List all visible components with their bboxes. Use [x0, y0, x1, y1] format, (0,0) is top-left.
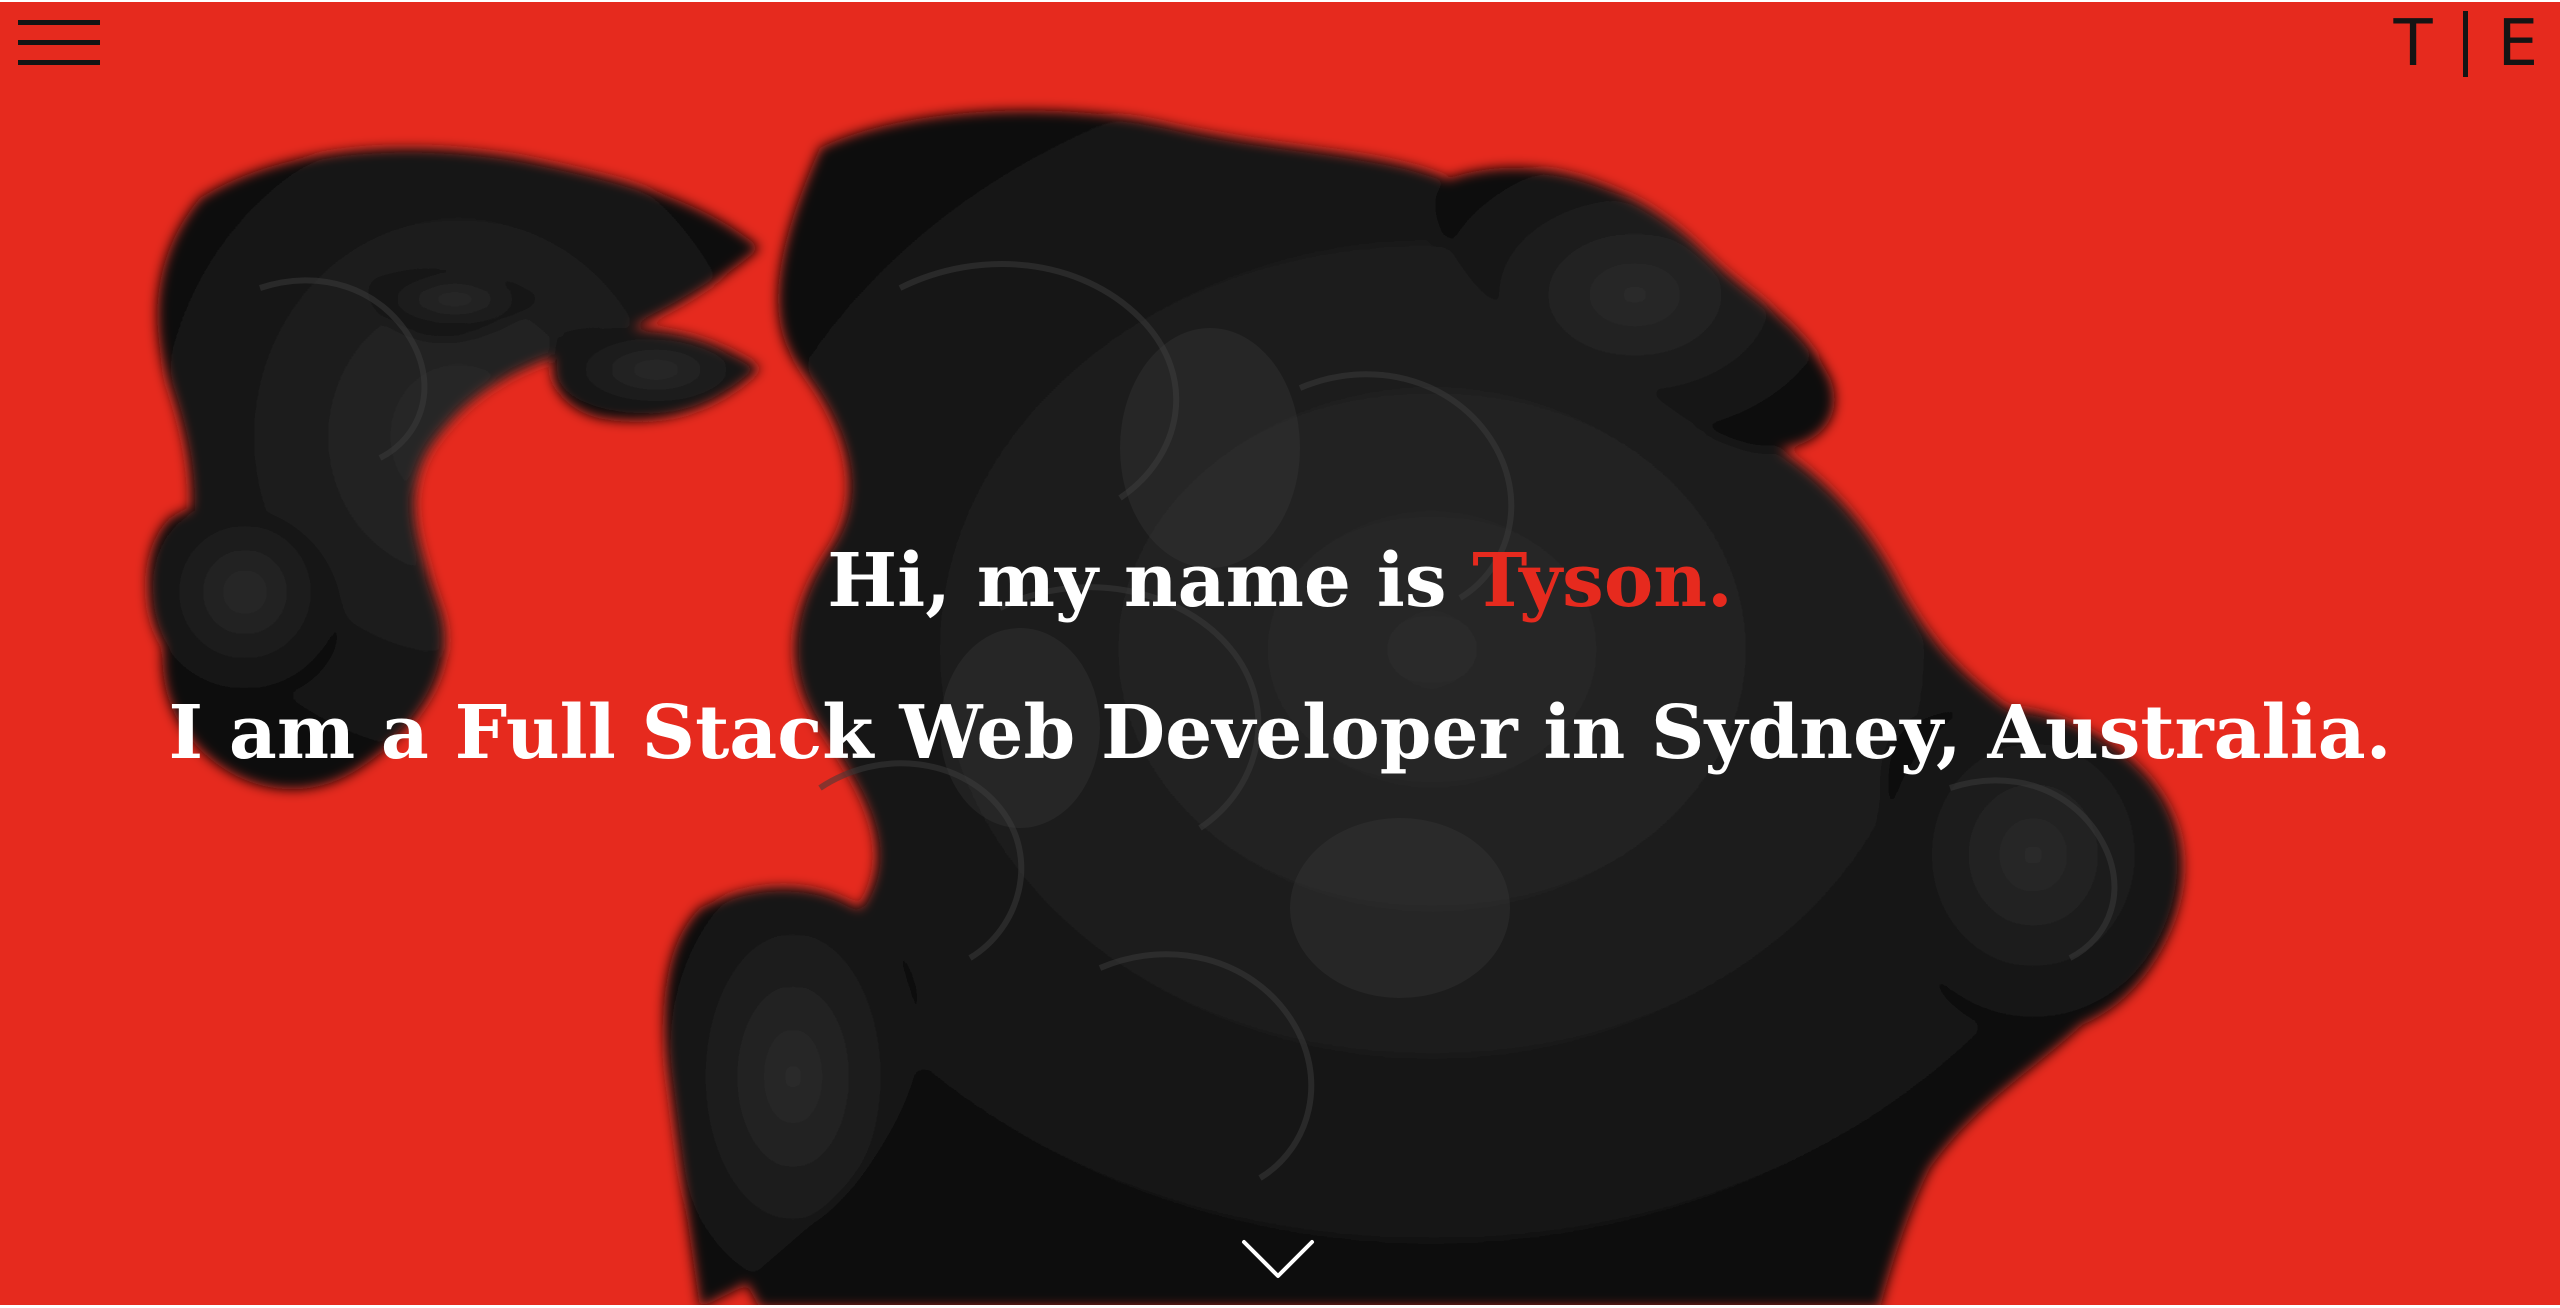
logo-letter-left: T — [2393, 7, 2433, 81]
menu-line — [18, 60, 100, 65]
greeting-prefix: Hi, my name is — [827, 538, 1447, 624]
menu-line — [18, 20, 100, 25]
site-logo[interactable]: T E — [2393, 6, 2538, 82]
tagline-heading: I am a Full Stack Web Developer in Sydne… — [168, 690, 2392, 776]
chevron-down-icon[interactable] — [1240, 1236, 1316, 1284]
hamburger-menu-icon[interactable] — [18, 20, 102, 72]
top-navigation-bar: T E — [0, 0, 2560, 88]
menu-line — [18, 40, 100, 45]
logo-letter-right: E — [2497, 7, 2538, 81]
hero-section: Hi, my name is Tyson. I am a Full Stack … — [0, 88, 2560, 1308]
greeting-name: Tyson. — [1472, 538, 1733, 624]
greeting-heading: Hi, my name is Tyson. — [0, 538, 2560, 624]
logo-divider — [2462, 11, 2468, 77]
